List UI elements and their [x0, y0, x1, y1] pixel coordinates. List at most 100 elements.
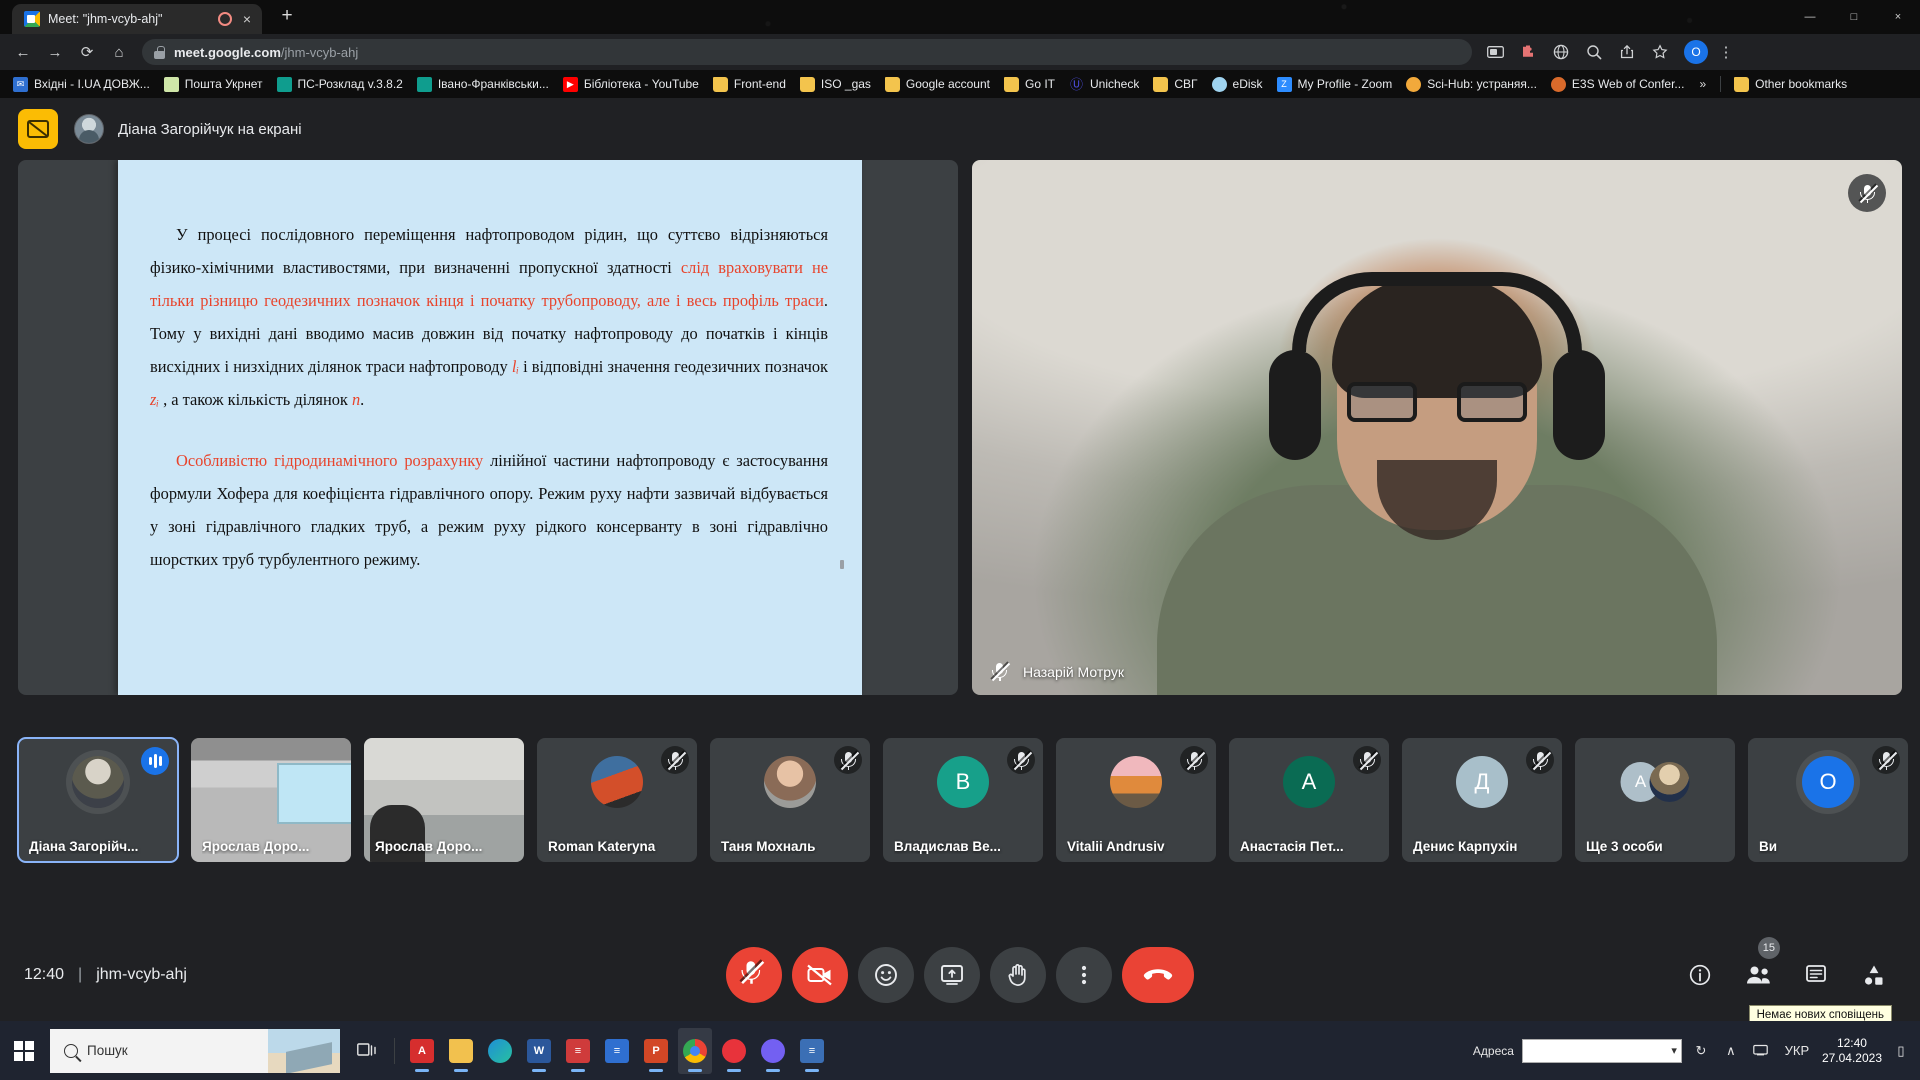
- bookmark-item[interactable]: Пошта Укрнет: [157, 74, 270, 95]
- bookmark-item[interactable]: ZMy Profile - Zoom: [1270, 74, 1400, 95]
- onedrive-icon[interactable]: ≡: [600, 1028, 634, 1074]
- home-icon[interactable]: ⌂: [104, 37, 134, 67]
- bookmarks-overflow-icon[interactable]: »: [1691, 77, 1714, 91]
- chrome-icon[interactable]: [678, 1028, 712, 1074]
- more-options-button[interactable]: [1056, 947, 1112, 1003]
- search-input[interactable]: Пошук: [50, 1029, 340, 1073]
- chrome-menu-icon[interactable]: ⋮: [1711, 37, 1741, 67]
- shared-screen-tile[interactable]: У процесі послідовного переміщення нафто…: [18, 160, 958, 695]
- close-icon[interactable]: ×: [240, 12, 254, 26]
- participant-tile-vladyslav[interactable]: В Владислав Ве...: [883, 738, 1043, 862]
- bookmark-item[interactable]: eDisk: [1205, 74, 1270, 95]
- participant-tile-diana[interactable]: Діана Загорійч...: [18, 738, 178, 862]
- document2-icon[interactable]: ≡: [795, 1028, 829, 1074]
- camera-off-icon: [807, 964, 833, 986]
- participant-tile-roman-kateryna[interactable]: Roman Kateryna: [537, 738, 697, 862]
- windows-start-icon[interactable]: [0, 1021, 48, 1080]
- folder-icon: [800, 77, 815, 92]
- share-icon[interactable]: [1612, 37, 1642, 67]
- show-everyone-button[interactable]: 15: [1734, 951, 1782, 999]
- file-explorer-icon[interactable]: [444, 1028, 478, 1074]
- network-icon[interactable]: [1750, 1043, 1772, 1059]
- translate-icon[interactable]: [1546, 37, 1576, 67]
- reactions-button[interactable]: [858, 947, 914, 1003]
- adobe-acrobat-icon[interactable]: A: [405, 1028, 439, 1074]
- bookmark-item[interactable]: Go IT: [997, 74, 1062, 95]
- participant-tile-you[interactable]: О Ви: [1748, 738, 1908, 862]
- opera-icon[interactable]: [717, 1028, 751, 1074]
- edge-icon[interactable]: [483, 1028, 517, 1074]
- app-glyph: [488, 1039, 512, 1063]
- meeting-stage: У процесі послідовного переміщення нафто…: [18, 160, 1902, 720]
- document-icon[interactable]: ≡: [561, 1028, 595, 1074]
- participant-name: Таня Мохналь: [721, 839, 862, 854]
- chevron-up-icon[interactable]: ∧: [1720, 1043, 1742, 1059]
- activities-button[interactable]: Немає нових сповіщень: [1850, 951, 1898, 999]
- maximize-button[interactable]: □: [1832, 11, 1876, 23]
- bookmark-item[interactable]: Sci-Hub: устраняя...: [1399, 74, 1544, 95]
- mic-off-icon: [1007, 746, 1035, 774]
- viber-icon[interactable]: [756, 1028, 790, 1074]
- participant-tile-anastasiia[interactable]: А Анастасія Пет...: [1229, 738, 1389, 862]
- forward-icon[interactable]: →: [40, 37, 70, 67]
- back-icon[interactable]: ←: [8, 37, 38, 67]
- show-desktop-icon[interactable]: ▯: [1890, 1043, 1912, 1059]
- url-host: meet.google.com: [174, 45, 281, 60]
- close-window-button[interactable]: ×: [1876, 11, 1920, 23]
- task-view-icon[interactable]: [350, 1028, 384, 1074]
- minimize-button[interactable]: —: [1788, 11, 1832, 23]
- new-tab-button[interactable]: +: [274, 3, 300, 29]
- language-indicator[interactable]: УКР: [1780, 1043, 1814, 1058]
- bookmark-label: Вхідні - I.UA ДОВЖ...: [34, 77, 150, 91]
- reload-icon[interactable]: ⟳: [72, 37, 102, 67]
- participant-tile-denys[interactable]: Д Денис Карпухін: [1402, 738, 1562, 862]
- meet-header: Діана Загорійчук на екрані: [0, 98, 1920, 160]
- presenter-chip: Діана Загорійчук на екрані: [74, 114, 302, 144]
- bookmark-item[interactable]: ПС-Розклад v.3.8.2: [270, 74, 410, 95]
- participant-name: Владислав Ве...: [894, 839, 1035, 854]
- participant-tile-yaroslav-1[interactable]: Ярослав Доро...: [191, 738, 351, 862]
- participant-tile-vitalii[interactable]: Vitalii Andrusiv: [1056, 738, 1216, 862]
- profile-avatar[interactable]: О: [1684, 40, 1708, 64]
- participant-tile-tanya[interactable]: Таня Мохналь: [710, 738, 870, 862]
- bookmark-item[interactable]: E3S Web of Confer...: [1544, 74, 1692, 95]
- bookmark-item[interactable]: Google account: [878, 74, 997, 95]
- powerpoint-icon[interactable]: P: [639, 1028, 673, 1074]
- leave-call-button[interactable]: [1122, 947, 1194, 1003]
- camera-off-button[interactable]: [792, 947, 848, 1003]
- camera-tile-nazarii[interactable]: Назарій Мотрук: [972, 160, 1902, 695]
- bookmark-star-icon[interactable]: [1645, 37, 1675, 67]
- dropdown-chevron-icon[interactable]: ▾: [1671, 1044, 1677, 1057]
- participant-tile-more-people[interactable]: А Ще 3 особи: [1575, 738, 1735, 862]
- present-now-button[interactable]: [924, 947, 980, 1003]
- bookmark-item[interactable]: Івано-Франківськи...: [410, 74, 556, 95]
- refresh-icon[interactable]: ↻: [1690, 1043, 1712, 1059]
- participant-name: Vitalii Andrusiv: [1067, 839, 1208, 854]
- raise-hand-button[interactable]: [990, 947, 1046, 1003]
- word-icon[interactable]: W: [522, 1028, 556, 1074]
- bookmark-item[interactable]: ⓊUnicheck: [1062, 74, 1146, 95]
- zoom-search-icon[interactable]: [1579, 37, 1609, 67]
- browser-tab-meet[interactable]: Meet: "jhm-vcyb-ahj" ×: [12, 4, 262, 34]
- bookmark-item[interactable]: Front-end: [706, 74, 793, 95]
- bookmark-item[interactable]: ▶Бібліотека - YouTube: [556, 74, 706, 95]
- mic-off-button[interactable]: [726, 947, 782, 1003]
- extension-puzzle-icon[interactable]: [1513, 37, 1543, 67]
- participant-tile-yaroslav-2[interactable]: Ярослав Доро...: [364, 738, 524, 862]
- chat-button[interactable]: [1792, 951, 1840, 999]
- slide-variable: lᵢ: [512, 357, 519, 376]
- search-icon: [64, 1044, 78, 1058]
- bookmark-item[interactable]: ISO _gas: [793, 74, 878, 95]
- other-bookmarks-folder[interactable]: Other bookmarks: [1727, 74, 1854, 95]
- address-bar[interactable]: meet.google.com/jhm-vcyb-ahj: [142, 39, 1472, 65]
- bookmark-item[interactable]: ✉Вхідні - I.UA ДОВЖ...: [6, 74, 157, 95]
- bookmark-item[interactable]: СВГ: [1146, 74, 1204, 95]
- hangup-phone-icon: [1143, 967, 1173, 983]
- presentation-pin-icon[interactable]: [18, 109, 58, 149]
- address-toolbar-input[interactable]: ▾: [1522, 1039, 1682, 1063]
- bookmark-label: ISO _gas: [821, 77, 871, 91]
- system-clock[interactable]: 12:40 27.04.2023: [1822, 1036, 1882, 1066]
- media-cast-icon[interactable]: [1480, 37, 1510, 67]
- mic-off-icon: [834, 746, 862, 774]
- meeting-details-button[interactable]: [1676, 951, 1724, 999]
